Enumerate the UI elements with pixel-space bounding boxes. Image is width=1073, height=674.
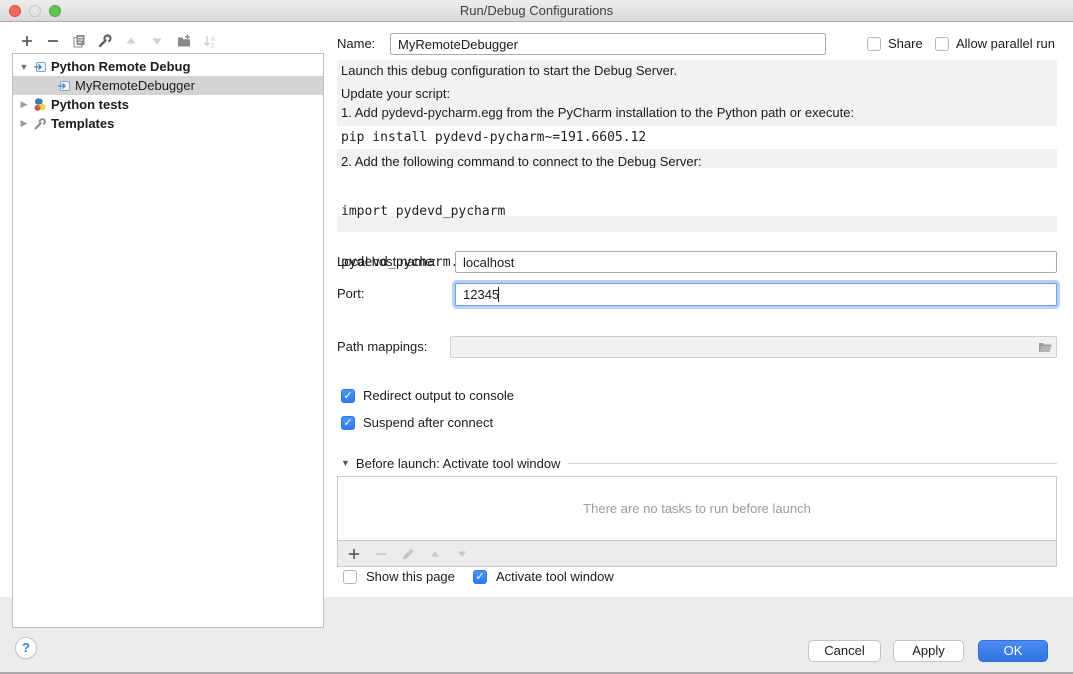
remove-icon[interactable] — [373, 546, 389, 562]
close-window-button[interactable] — [9, 5, 21, 17]
move-down-icon[interactable] — [454, 546, 470, 562]
add-icon[interactable] — [346, 546, 362, 562]
text-cursor — [498, 287, 499, 302]
show-this-page-checkbox[interactable] — [343, 570, 357, 584]
activate-tool-window-checkbox[interactable] — [473, 570, 487, 584]
instruction-line-1: Launch this debug configuration to start… — [341, 63, 677, 78]
suspend-after-connect-label: Suspend after connect — [363, 412, 493, 434]
help-button[interactable]: ? — [15, 637, 37, 659]
window-title: Run/Debug Configurations — [0, 0, 1073, 21]
svg-text:a: a — [211, 36, 215, 43]
edit-pencil-icon[interactable] — [400, 546, 416, 562]
allow-parallel-run-checkbox[interactable] — [935, 37, 949, 51]
local-host-input[interactable] — [455, 251, 1057, 273]
chevron-right-icon[interactable]: ▶ — [19, 99, 29, 110]
open-folder-icon[interactable] — [1037, 339, 1053, 355]
tasks-empty-text: There are no tasks to run before launch — [583, 501, 811, 516]
configurations-tree: ▼ Python Remote Debug MyRemoteDebugger ▶ — [12, 53, 324, 628]
chevron-down-icon[interactable]: ▼ — [19, 62, 29, 72]
svg-text:z: z — [211, 43, 215, 50]
instruction-line-2: Update your script: — [341, 86, 450, 101]
share-label: Share — [888, 33, 923, 55]
tree-item-python-tests[interactable]: ▶ Python tests — [13, 95, 323, 114]
tree-item-python-remote-debug[interactable]: ▼ Python Remote Debug — [13, 57, 323, 76]
before-launch-title: Before launch: Activate tool window — [356, 456, 561, 471]
redirect-output-label: Redirect output to console — [363, 385, 514, 407]
local-host-label: Local host name: — [337, 251, 436, 273]
chevron-right-icon[interactable]: ▶ — [19, 118, 29, 129]
remove-icon[interactable] — [45, 33, 61, 49]
cancel-button[interactable]: Cancel — [808, 640, 881, 662]
pip-install-code: pip install pydevd-pycharm~=191.6605.12 — [337, 126, 1057, 149]
redirect-output-checkbox[interactable] — [341, 389, 355, 403]
path-mappings-field — [450, 336, 1057, 358]
zoom-window-button[interactable] — [49, 5, 61, 17]
tree-item-myremotedebugger[interactable]: MyRemoteDebugger — [13, 76, 323, 95]
wrench-icon — [33, 117, 47, 131]
port-input[interactable] — [455, 283, 1057, 306]
new-folder-icon[interactable] — [176, 33, 192, 49]
python-tests-icon — [33, 98, 47, 112]
ok-button[interactable]: OK — [978, 640, 1048, 662]
tree-item-label: Python Remote Debug — [51, 59, 190, 74]
edit-defaults-wrench-icon[interactable] — [97, 33, 113, 49]
suspend-after-connect-checkbox[interactable] — [341, 416, 355, 430]
instruction-step-2: 2. Add the following command to connect … — [341, 154, 702, 169]
remote-debug-icon — [33, 60, 47, 74]
activate-tool-window-label: Activate tool window — [496, 566, 614, 588]
allow-parallel-run-label: Allow parallel run — [956, 33, 1055, 55]
name-label: Name: — [337, 33, 375, 55]
chevron-down-icon[interactable]: ▼ — [341, 458, 350, 468]
apply-button[interactable]: Apply — [893, 640, 964, 662]
name-input[interactable] — [390, 33, 826, 55]
move-up-icon[interactable] — [427, 546, 443, 562]
add-icon[interactable] — [19, 33, 35, 49]
port-label: Port: — [337, 283, 364, 305]
sort-alphabetically-icon[interactable]: a z — [202, 33, 218, 49]
configuration-editor: Name: Share Allow parallel run Launch th… — [337, 22, 1061, 597]
instruction-step-1: 1. Add pydevd-pycharm.egg from the PyCha… — [341, 105, 854, 120]
tree-item-label: Templates — [51, 116, 114, 131]
path-mappings-label: Path mappings: — [337, 336, 427, 358]
tasks-toolbar — [337, 541, 1057, 567]
tree-item-label: MyRemoteDebugger — [75, 78, 195, 93]
before-launch-header[interactable]: ▼ Before launch: Activate tool window — [341, 455, 1057, 471]
settrace-code-block: import pydevd_pycharm pydevd_pycharm.set… — [337, 168, 1057, 216]
tasks-empty-area: There are no tasks to run before launch — [337, 476, 1057, 541]
section-divider — [568, 463, 1057, 464]
tree-item-label: Python tests — [51, 97, 129, 112]
minimize-window-button[interactable] — [29, 5, 41, 17]
show-this-page-label: Show this page — [366, 566, 455, 588]
tree-item-templates[interactable]: ▶ Templates — [13, 114, 323, 133]
settrace-code-line-1: import pydevd_pycharm — [341, 201, 1057, 222]
move-down-icon[interactable] — [149, 33, 165, 49]
description-panel: Launch this debug configuration to start… — [337, 60, 1057, 232]
title-bar: Run/Debug Configurations — [0, 0, 1073, 22]
traffic-lights — [9, 5, 61, 17]
copy-icon[interactable] — [71, 33, 87, 49]
before-launch-tasks: There are no tasks to run before launch — [337, 476, 1057, 567]
move-up-icon[interactable] — [123, 33, 139, 49]
share-checkbox[interactable] — [867, 37, 881, 51]
remote-debug-icon — [57, 79, 71, 93]
